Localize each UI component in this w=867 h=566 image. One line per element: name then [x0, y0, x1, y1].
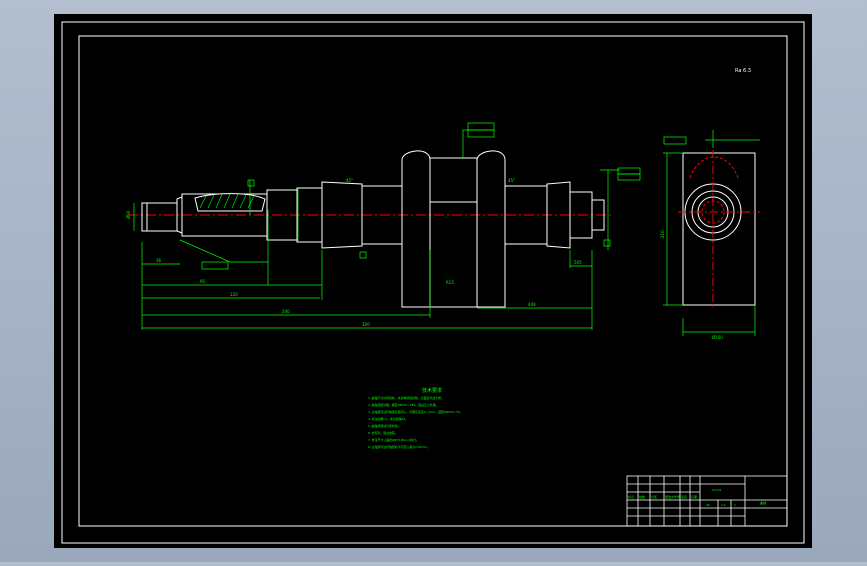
tb-label: 分区	[651, 494, 657, 499]
tech-requirement: 4. 未注倒角C1，未注圆角R2。	[368, 416, 408, 421]
svg-text:95: 95	[200, 279, 206, 284]
scale: 1:1	[721, 503, 726, 507]
svg-text:36: 36	[156, 258, 162, 263]
sheet: 1	[734, 503, 736, 507]
tech-requirement: 1. 曲轴不允许有裂纹、夹渣等铸造缺陷，表面应光洁平整。	[368, 395, 444, 400]
part-name: 曲轴	[760, 500, 766, 505]
drawing-sheet	[54, 14, 812, 548]
svg-text:505: 505	[574, 260, 582, 265]
tb-label: 更改文件号	[665, 494, 680, 499]
svg-text:210: 210	[660, 230, 665, 238]
svg-text:120: 120	[230, 292, 238, 297]
svg-text:R15: R15	[446, 280, 454, 285]
roughness-symbol: Ra 6.3	[735, 68, 751, 74]
svg-text:45°: 45°	[346, 178, 353, 183]
svg-text:45°: 45°	[508, 178, 515, 183]
tech-requirement: 5. 曲轴须经动平衡检验。	[368, 423, 401, 428]
tb-label: 日期	[691, 494, 697, 499]
tb-label: 签名	[681, 494, 687, 499]
svg-text:200: 200	[282, 309, 290, 314]
keyway-hatched	[194, 193, 266, 212]
svg-text:Ø150: Ø150	[712, 335, 723, 340]
material: 45	[706, 503, 710, 507]
drawing-number: CQ-01	[712, 488, 722, 492]
svg-text:448: 448	[528, 302, 536, 307]
cad-viewport: Ø50 36 95 120 200 320 448 505 45° 45° R1…	[0, 0, 867, 562]
tb-label: 处数	[639, 494, 645, 499]
tech-requirement: 8. 主轴颈与连杆轴颈的平行度公差为0.02mm。	[368, 444, 430, 449]
tech-requirement: 6. 去毛刺，锐边倒钝。	[368, 430, 398, 435]
tech-requirement: 3. 主轴颈及连杆轴颈表面淬火，淬硬层深度2~3mm，硬度HRC50~55。	[368, 409, 463, 414]
tech-requirements-title: 技术要求	[422, 387, 442, 394]
tb-label: 标记	[628, 494, 634, 499]
tech-requirement: 7. 未注尺寸公差按GB/T1804-m执行。	[368, 437, 419, 442]
svg-text:Ø50: Ø50	[126, 210, 131, 219]
tech-requirement: 2. 曲轴调质处理，硬度HB241~286，锻后正火处理。	[368, 402, 438, 407]
cad-drawing-canvas[interactable]: Ø50 36 95 120 200 320 448 505 45° 45° R1…	[0, 0, 867, 562]
svg-text:320: 320	[362, 322, 370, 327]
